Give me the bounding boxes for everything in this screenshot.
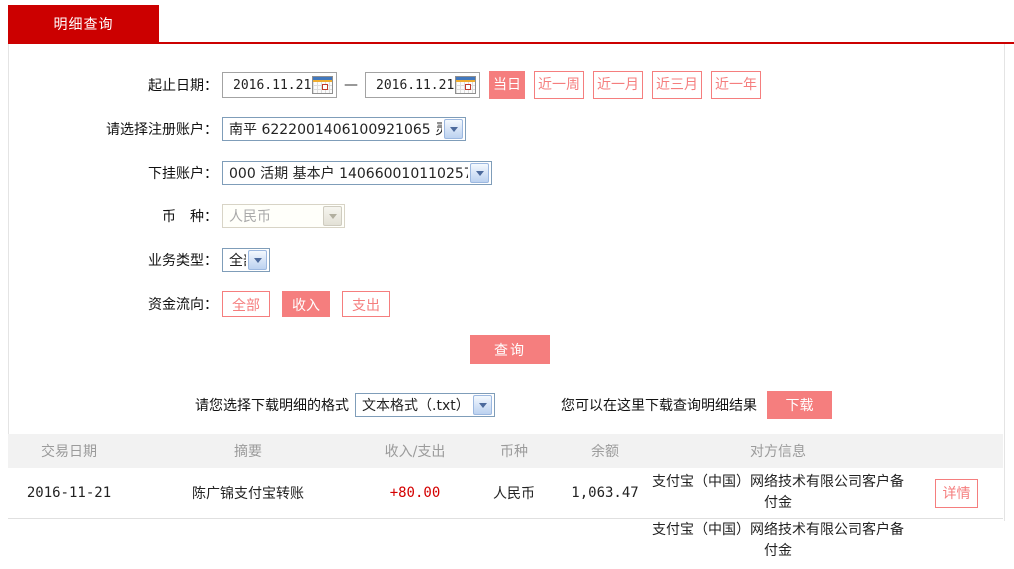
sub-account-value: 000 活期 基本户 1406600101102571848: [229, 166, 468, 182]
quick-range-year-button[interactable]: 近一年: [711, 71, 761, 99]
col-header-currency: 币种: [500, 444, 528, 460]
download-button[interactable]: 下载: [767, 391, 832, 419]
business-type-select[interactable]: 全部: [222, 248, 270, 272]
tab-underline: [8, 42, 1014, 44]
col-header-summary: 摘要: [234, 444, 262, 460]
date-range-row: 起止日期： 2016.11.21 — 2016.11.21 当日 近一周 近一月…: [8, 71, 761, 99]
fund-flow-expense-button[interactable]: 支出: [342, 291, 390, 317]
cell-balance: 1,063.47: [571, 485, 639, 501]
fund-flow-row: 资金流向： 全部 收入 支出: [8, 290, 402, 318]
download-format-label: 请您选择下载明细的格式: [195, 398, 349, 414]
register-account-select[interactable]: 南平 6222001406100921065 灵通卡: [222, 117, 466, 141]
download-format-select[interactable]: 文本格式（.txt）: [355, 393, 495, 417]
calendar-icon[interactable]: [312, 76, 333, 94]
quick-range-month-button[interactable]: 近一月: [593, 71, 643, 99]
quick-range-today-button[interactable]: 当日: [489, 71, 525, 99]
cell-date: 2016-11-21: [26, 485, 112, 501]
chevron-down-icon: [323, 206, 342, 226]
chevron-down-icon: [470, 163, 489, 183]
fund-flow-all-button[interactable]: 全部: [222, 291, 270, 317]
currency-select: 人民币: [222, 204, 345, 228]
cell-counterparty: 支付宝（中国）网络技术有限公司客户备付金: [652, 474, 904, 511]
cell-summary: [130, 519, 366, 520]
sub-account-label: 下挂账户：: [148, 166, 218, 182]
download-format-value: 文本格式（.txt）: [362, 398, 470, 414]
transaction-table: 交易日期 摘要 收入/支出 币种 余额 对方信息 2016-11-21 陈广锦支…: [8, 434, 1003, 569]
chevron-down-icon: [444, 119, 463, 139]
cell-currency: [464, 519, 564, 520]
register-account-label: 请选择注册账户：: [106, 122, 218, 138]
col-header-counterparty: 对方信息: [750, 444, 806, 460]
currency-label: 币 种：: [162, 209, 218, 225]
col-header-amount: 收入/支出: [384, 444, 446, 460]
detail-button[interactable]: 详情: [935, 478, 978, 508]
cell-date: [8, 519, 130, 520]
business-type-row: 业务类型： 全部: [8, 246, 270, 274]
end-date-input[interactable]: 2016.11.21: [365, 72, 480, 98]
register-account-value: 南平 6222001406100921065 灵通卡: [229, 122, 442, 138]
cell-amount: [366, 519, 464, 520]
start-date-input[interactable]: 2016.11.21: [222, 72, 337, 98]
currency-row: 币 种： 人民币: [8, 202, 345, 230]
calendar-icon[interactable]: [455, 76, 476, 94]
start-date-value: 2016.11.21: [233, 77, 312, 93]
query-button[interactable]: 查询: [470, 335, 550, 364]
download-row: 请您选择下载明细的格式 文本格式（.txt） 您可以在这里下载查询明细结果 下载: [8, 391, 1003, 419]
quick-range-3months-button[interactable]: 近三月: [652, 71, 702, 99]
fund-flow-income-button[interactable]: 收入: [282, 291, 330, 317]
chevron-down-icon: [473, 395, 492, 415]
date-range-label: 起止日期：: [148, 78, 218, 94]
col-header-balance: 余额: [591, 444, 619, 460]
cell-summary: 陈广锦支付宝转账: [192, 486, 304, 502]
table-row-partial: 支付宝（中国）网络技术有限公司客户备付金: [8, 519, 1003, 569]
cell-amount: +80.00: [389, 485, 441, 501]
table-header-row: 交易日期 摘要 收入/支出 币种 余额 对方信息: [8, 434, 1003, 468]
download-hint-text: 您可以在这里下载查询明细结果: [561, 398, 757, 414]
currency-value: 人民币: [229, 209, 271, 225]
cell-counterparty: 支付宝（中国）网络技术有限公司客户备付金: [652, 522, 904, 559]
quick-range-week-button[interactable]: 近一周: [534, 71, 584, 99]
fund-flow-label: 资金流向：: [148, 297, 218, 313]
end-date-value: 2016.11.21: [376, 77, 455, 93]
cell-balance: [564, 519, 646, 520]
date-separator: —: [344, 77, 358, 93]
bank-detail-query-screen: { "tab": { "label": "明细查询" }, "form": { …: [0, 0, 1014, 569]
tab-detail-query[interactable]: 明细查询: [8, 5, 159, 42]
col-header-date: 交易日期: [41, 444, 97, 460]
business-type-value: 全部: [229, 253, 246, 269]
cell-currency: 人民币: [493, 486, 535, 502]
sub-account-row: 下挂账户： 000 活期 基本户 1406600101102571848: [8, 159, 492, 187]
business-type-label: 业务类型：: [148, 253, 218, 269]
register-account-row: 请选择注册账户： 南平 6222001406100921065 灵通卡: [8, 115, 466, 143]
table-row: 2016-11-21 陈广锦支付宝转账 +80.00 人民币 1,063.47 …: [8, 468, 1003, 519]
chevron-down-icon: [248, 250, 267, 270]
sub-account-select[interactable]: 000 活期 基本户 1406600101102571848: [222, 161, 492, 185]
